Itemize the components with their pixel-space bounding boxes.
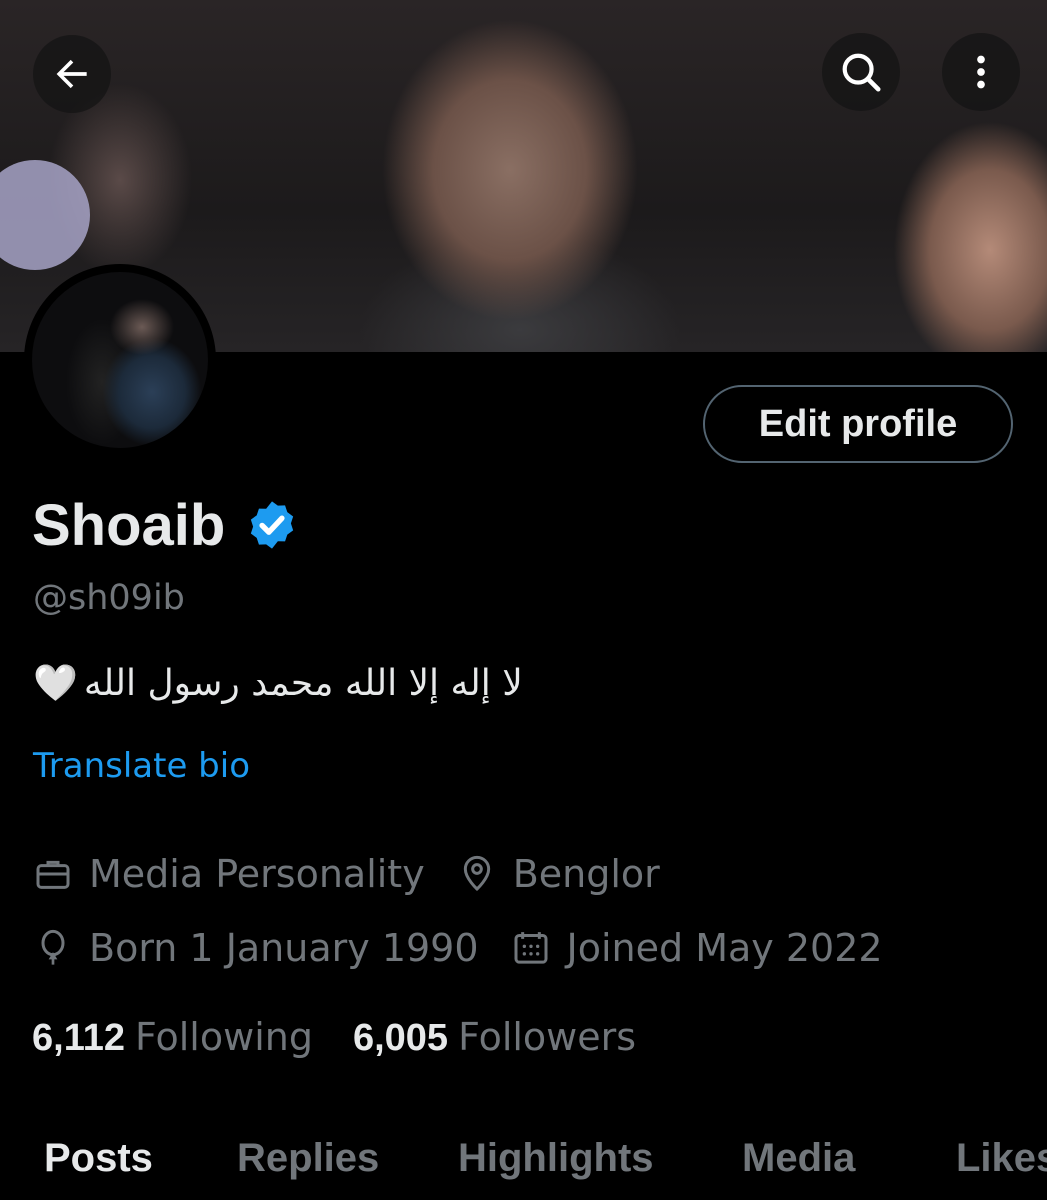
- translate-bio-link[interactable]: Translate bio: [33, 746, 250, 786]
- tab-likes[interactable]: Likes: [956, 1136, 1047, 1181]
- location-text: Benglor: [512, 852, 660, 896]
- bio-heart-emoji: 🤍: [33, 663, 78, 704]
- calendar-icon: [514, 932, 548, 964]
- back-button[interactable]: [33, 35, 111, 113]
- following-link[interactable]: 6,112 Following: [32, 1015, 313, 1060]
- banner-microphone-shape: [0, 160, 90, 270]
- more-vertical-icon: [977, 55, 985, 89]
- category-item: Media Personality: [33, 852, 425, 896]
- location-item: Benglor: [457, 852, 660, 896]
- tab-highlights[interactable]: Highlights: [458, 1136, 654, 1181]
- briefcase-icon: [36, 860, 70, 889]
- location-pin-icon: [463, 855, 490, 892]
- verified-badge-icon: [251, 501, 294, 549]
- category-text: Media Personality: [89, 852, 425, 896]
- display-name: Shoaib: [32, 492, 226, 558]
- bio: 🤍 لا إله إلا الله محمد رسول الله: [33, 662, 523, 705]
- avatar-image: [32, 272, 208, 448]
- search-button[interactable]: [822, 33, 900, 111]
- following-label: Following: [135, 1015, 313, 1059]
- follow-stats: 6,112 Following 6,005 Followers: [32, 1015, 676, 1060]
- joined-text: Joined May 2022: [566, 926, 883, 970]
- user-handle: @sh09ib: [33, 578, 185, 618]
- joined-item: Joined May 2022: [511, 926, 883, 970]
- birth-text: Born 1 January 1990: [89, 926, 479, 970]
- birth-item: Born 1 January 1990: [33, 926, 479, 970]
- followers-count: 6,005: [352, 1017, 449, 1059]
- tab-posts[interactable]: Posts: [44, 1136, 153, 1181]
- bio-text: لا إله إلا الله محمد رسول الله: [83, 662, 523, 704]
- profile-meta-row-1: Media Personality Benglor: [33, 852, 692, 896]
- avatar[interactable]: [24, 264, 216, 456]
- more-options-button[interactable]: [942, 33, 1020, 111]
- tab-media[interactable]: Media: [742, 1136, 855, 1181]
- followers-label: Followers: [458, 1015, 637, 1059]
- followers-link[interactable]: 6,005 Followers: [353, 1015, 636, 1060]
- name-row: Shoaib: [32, 490, 299, 560]
- balloon-icon: [41, 929, 65, 965]
- profile-meta-row-2: Born 1 January 1990 Joined May 2022: [33, 926, 915, 970]
- profile-tabs: Posts Replies Highlights Media Likes: [0, 1130, 1047, 1200]
- following-count: 6,112: [32, 1017, 125, 1059]
- search-icon: [842, 53, 881, 92]
- tab-replies[interactable]: Replies: [237, 1136, 379, 1181]
- edit-profile-button[interactable]: Edit profile: [703, 385, 1013, 463]
- arrow-left-icon: [56, 59, 87, 89]
